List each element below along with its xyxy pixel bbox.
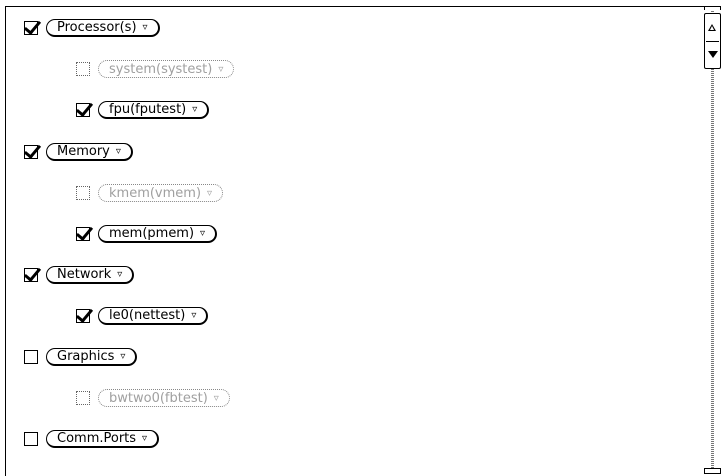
processors-checkbox[interactable] xyxy=(24,21,38,35)
bwtwo-checkbox[interactable] xyxy=(76,391,90,405)
processors-label: Processor(s) xyxy=(57,20,137,35)
menu-triangle-icon: ▿ xyxy=(120,351,126,362)
kmem-menu-button[interactable]: kmem(vmem) ▿ xyxy=(98,184,224,202)
kmem-label: kmem(vmem) xyxy=(109,185,202,201)
test-row-graphics: Graphics ▿ xyxy=(24,346,138,368)
network-label: Network xyxy=(57,267,112,282)
commports-checkbox[interactable] xyxy=(24,432,38,446)
system-label: system(systest) xyxy=(109,61,213,77)
mem-label: mem(pmem) xyxy=(109,226,195,241)
down-arrow-icon xyxy=(707,50,718,58)
test-row-memory: Memory ▿ xyxy=(24,141,133,163)
memory-label: Memory xyxy=(57,144,110,159)
scrollbar-bottom-cable-anchor[interactable] xyxy=(704,468,721,474)
menu-triangle-icon: ▿ xyxy=(142,433,148,444)
graphics-checkbox[interactable] xyxy=(24,350,38,364)
commports-menu-button[interactable]: Comm.Ports ▿ xyxy=(46,430,160,448)
mem-menu-button[interactable]: mem(pmem) ▿ xyxy=(98,225,218,243)
scrollbar-track[interactable] xyxy=(711,6,714,468)
menu-triangle-icon: ▿ xyxy=(117,269,123,280)
menu-triangle-icon: ▿ xyxy=(191,310,197,321)
test-row-network: Network ▿ xyxy=(24,264,135,286)
graphics-label: Graphics xyxy=(57,349,115,364)
menu-triangle-icon: ▿ xyxy=(200,228,206,239)
system-menu-button[interactable]: system(systest) ▿ xyxy=(98,60,235,78)
bwtwo-menu-button[interactable]: bwtwo0(fbtest) ▿ xyxy=(98,389,230,407)
test-row-mem: mem(pmem) ▿ xyxy=(76,223,218,245)
scroll-up-button[interactable] xyxy=(706,15,719,42)
le0-checkbox[interactable] xyxy=(76,309,90,323)
test-row-bwtwo: bwtwo0(fbtest) ▿ xyxy=(76,387,230,409)
network-checkbox[interactable] xyxy=(24,268,38,282)
memory-menu-button[interactable]: Memory ▿ xyxy=(46,143,133,161)
le0-menu-button[interactable]: le0(nettest) ▿ xyxy=(98,307,209,325)
scrollbar-top-cable-anchor[interactable] xyxy=(704,6,721,10)
graphics-menu-button[interactable]: Graphics ▿ xyxy=(46,348,138,366)
test-row-kmem: kmem(vmem) ▿ xyxy=(76,182,224,204)
processors-menu-button[interactable]: Processor(s) ▿ xyxy=(46,19,160,37)
test-row-fpu: fpu(fputest) ▿ xyxy=(76,99,210,121)
fpu-menu-button[interactable]: fpu(fputest) ▿ xyxy=(98,101,210,119)
fpu-checkbox[interactable] xyxy=(76,103,90,117)
le0-label: le0(nettest) xyxy=(109,308,186,323)
test-row-commports: Comm.Ports ▿ xyxy=(24,428,160,450)
menu-triangle-icon: ▿ xyxy=(142,22,148,33)
scrollbar-elevator[interactable] xyxy=(704,13,721,69)
memory-checkbox[interactable] xyxy=(24,145,38,159)
test-row-le0: le0(nettest) ▿ xyxy=(76,305,209,327)
network-menu-button[interactable]: Network ▿ xyxy=(46,266,135,284)
test-row-system: system(systest) ▿ xyxy=(76,58,235,80)
kmem-checkbox[interactable] xyxy=(76,186,90,200)
system-checkbox[interactable] xyxy=(76,62,90,76)
menu-triangle-icon: ▿ xyxy=(192,104,198,115)
menu-triangle-icon: ▿ xyxy=(115,146,121,157)
mem-checkbox[interactable] xyxy=(76,227,90,241)
vertical-scrollbar[interactable] xyxy=(704,6,721,474)
test-row-processors: Processor(s) ▿ xyxy=(24,17,160,39)
menu-triangle-icon: ▿ xyxy=(213,392,219,404)
bwtwo-label: bwtwo0(fbtest) xyxy=(109,390,208,406)
up-arrow-icon xyxy=(708,24,717,32)
fpu-label: fpu(fputest) xyxy=(109,102,187,117)
scroll-down-button[interactable] xyxy=(706,41,719,67)
commports-label: Comm.Ports xyxy=(57,431,137,446)
menu-triangle-icon: ▿ xyxy=(207,187,213,199)
menu-triangle-icon: ▿ xyxy=(218,63,224,75)
